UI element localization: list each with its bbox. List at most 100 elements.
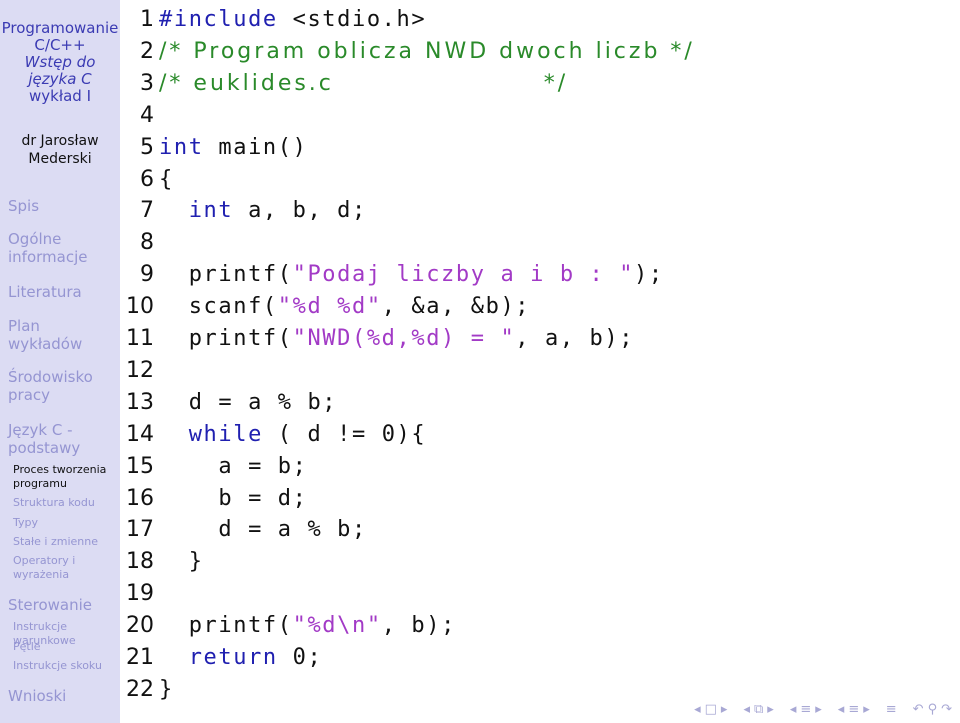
sidebar-item-label: wykładów [8,335,83,353]
code-line: 15 a = b; [120,451,306,483]
subtitle-line: języka C [28,70,92,88]
line-number: 5 [140,134,154,160]
sidebar-item-jezyk-c-podstawy[interactable]: Język C - podstawy [8,421,80,457]
nav-group: ↶ ⚲ ↷ [913,702,952,717]
nav-group: ◂ ≡ ▸ [790,702,822,717]
line-number: 7 [140,198,154,224]
code-token: { [159,166,174,192]
line-number: 13 [126,389,154,415]
code-token: main() [203,134,308,160]
keyword-token: int [159,134,204,160]
sidebar-item-literatura[interactable]: Literatura [8,283,82,301]
sidebar-item-wnioski[interactable]: Wnioski [8,687,66,705]
frame-next-icon[interactable]: ▸ [721,702,728,717]
line-number: 19 [126,581,154,607]
code-line: 16 b = d; [120,483,306,515]
slide-prev-icon[interactable]: ◂ [838,702,845,717]
sidebar-subitem-instrukcje-skoku[interactable]: Instrukcje skoku [13,659,102,673]
code-line: 3/* euklides.c */ [120,68,565,100]
sidebar-subitem-struktura-kodu[interactable]: Struktura kodu [13,496,95,510]
keyword-token: int [188,198,234,224]
code-text: printf("NWD(%d,%d) = ", a, b); [159,323,634,355]
code-text: { [159,164,174,196]
code-text: int a, b, d; [159,195,367,227]
code-line: 9 printf("Podaj liczby a i b : "); [120,259,662,291]
slide-next-icon[interactable]: ▸ [863,702,870,717]
sidebar-item-label: Ogólne [8,230,62,248]
line-number: 12 [126,357,154,383]
code-token: , &a, &b); [381,294,531,320]
code-text: #include <stdio.h> [159,4,426,36]
code-text: scanf("%d %d", &a, &b); [159,291,530,323]
code-line: 8 [120,227,154,259]
section-next-icon[interactable]: ▸ [815,702,822,717]
code-token: ( d != 0){ [262,421,427,447]
beamer-navigation-bar: ◂ □ ▸ ◂ ⧉ ▸ ◂ ≡ ▸ ◂ ≡ ▸ ≡ ↶ ⚲ ↷ [682,702,952,717]
frame-icon[interactable]: □ [705,702,717,717]
sidebar-item-label: Plan [8,317,40,335]
sidebar-item-ogolne-informacje[interactable]: Ogólne informacje [8,230,87,266]
sidebar-subitem-stale-i-zmienne[interactable]: Stałe i zmienne [13,535,98,549]
keyword-token: return [188,645,278,670]
code-line: 11 printf("NWD(%d,%d) = ", a, b); [120,323,632,355]
keyword-token: while [188,421,263,447]
line-number: 20 [126,613,154,639]
undo-icon[interactable]: ↶ [913,702,924,717]
subsection-prev-icon[interactable]: ◂ [743,702,750,717]
code-text: d = a % b; [159,387,337,419]
code-text: /* euklides.c */ [159,68,568,100]
section-prev-icon[interactable]: ◂ [790,702,797,717]
code-text: b = d; [159,483,307,515]
sidebar-item-label: Środowisko [8,368,93,386]
nav-group: ≡ [886,702,897,717]
sidebar-subitem-operatory[interactable]: Operatory i wyrażenia [13,554,75,582]
subtitle-line: Wstęp do [24,53,96,71]
line-number: 15 [126,453,154,479]
lecture-label: wykład I [29,87,91,105]
sidebar-subitem-proces-tworzenia[interactable]: Proces tworzenia programu [13,463,106,491]
frame-prev-icon[interactable]: ◂ [694,702,701,717]
outline-icon[interactable]: ≡ [886,702,897,717]
code-text: } [159,674,174,706]
line-number: 11 [126,326,154,351]
subsection-next-icon[interactable]: ▸ [767,702,774,717]
presentation-title[interactable]: Programowanie C/C++ Wstęp do języka C wy… [0,20,120,105]
line-number: 17 [126,517,154,543]
sidebar: Programowanie C/C++ Wstęp do języka C wy… [0,0,120,723]
code-token: 0; [277,645,323,670]
string-token: "%d\n" [292,613,382,639]
section-icon[interactable]: ≡ [800,702,811,717]
sidebar-subitem-label: Operatory i [13,554,76,567]
sidebar-item-plan-wykladow[interactable]: Plan wykładów [8,317,82,353]
code-line: 6{ [120,164,172,196]
sidebar-subitem-typy[interactable]: Typy [13,516,38,530]
code-line: 21 return 0; [120,642,321,674]
code-token: <stdio.h> [277,7,427,32]
sidebar-subitem-petle[interactable]: Pętle [13,640,41,654]
code-line: 4 [120,100,154,132]
code-token: printf( [159,262,293,288]
search-icon[interactable]: ⚲ [928,702,938,717]
sidebar-subitem-label: programu [13,477,67,490]
author-line: Mederski [28,151,92,167]
code-token: , a, b); [515,326,635,351]
sidebar-item-srodowisko-pracy[interactable]: Środowisko pracy [8,368,93,404]
code-text: printf("Podaj liczby a i b : "); [159,259,664,291]
code-line: 2/* Program oblicza NWD dwoch liczb */ [120,36,692,68]
redo-icon[interactable]: ↷ [941,702,952,717]
slide-icon[interactable]: ≡ [848,702,859,717]
line-number: 22 [126,676,154,702]
code-line: 19 [120,578,154,610]
title-line: Programowanie [1,19,119,37]
code-text: } [159,546,204,578]
string-token: "NWD(%d,%d) = " [292,326,516,351]
sidebar-item-sterowanie[interactable]: Sterowanie [8,596,92,614]
title-line: C/C++ [34,36,86,54]
code-token: scanf( [159,294,278,320]
code-text: printf("%d\n", b); [159,610,456,642]
code-line: 10 scanf("%d %d", &a, &b); [120,291,529,323]
code-line: 20 printf("%d\n", b); [120,610,454,642]
subsection-icon[interactable]: ⧉ [754,702,763,717]
sidebar-item-spis[interactable]: Spis [8,197,39,215]
